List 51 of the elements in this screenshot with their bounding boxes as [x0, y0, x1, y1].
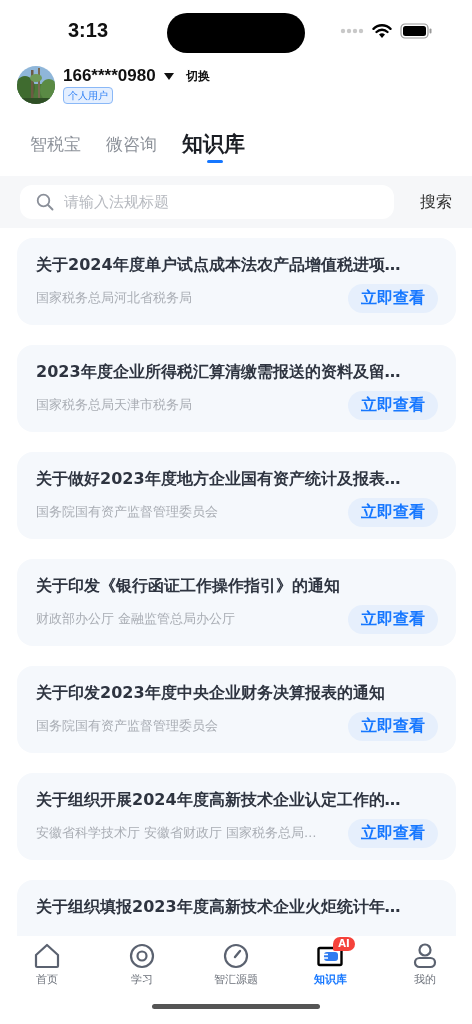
- gauge-icon: [222, 943, 249, 969]
- article-card[interactable]: 关于做好2023年度地方企业国有资产统计及报表… 国务院国有资产监督管理委员会 立即查看: [17, 452, 456, 539]
- view-button[interactable]: 立即查看: [348, 284, 438, 313]
- article-title: 关于组织填报2023年度高新技术企业火炬统计年…: [36, 896, 402, 918]
- view-button[interactable]: 立即查看: [348, 819, 438, 848]
- nav-item[interactable]: AI 知识库: [290, 936, 371, 987]
- wifi-icon: [372, 23, 392, 39]
- article-source: 国务院国有资产监督管理委员会: [36, 504, 218, 521]
- article-card[interactable]: 关于2024年度单户试点成本法农产品增值税进项… 国家税务总局河北省税务局 立即查看: [17, 238, 456, 325]
- article-card[interactable]: 2023年度企业所得税汇算清缴需报送的资料及留… 国家税务总局天津市税务局 立即查看: [17, 345, 456, 432]
- tab-indicator: [207, 160, 223, 163]
- article-card[interactable]: 关于印发《银行函证工作操作指引》的通知 财政部办公厅 金融监管总局办公厅 立即查看: [17, 559, 456, 646]
- nav-item[interactable]: 智汇源题: [195, 936, 276, 987]
- nav-item[interactable]: 学习: [101, 936, 182, 987]
- article-card[interactable]: 关于组织开展2024年度高新技术企业认定工作的… 安徽省科学技术厅 安徽省财政厅 国家税务总局… 立即查看: [17, 773, 456, 860]
- view-button[interactable]: 立即查看: [348, 605, 438, 634]
- switch-link[interactable]: 切换: [185, 67, 210, 85]
- article-title: 关于印发《银行函证工作操作指引》的通知: [36, 575, 341, 597]
- article-title: 关于做好2023年度地方企业国有资产统计及报表…: [36, 468, 402, 490]
- signal-icon: [340, 28, 364, 34]
- user-icon: [412, 943, 437, 969]
- ai-badge: AI: [333, 937, 355, 951]
- battery-icon: [400, 23, 432, 39]
- article-card[interactable]: 关于组织填报2023年度高新技术企业火炬统计年…: [17, 880, 456, 936]
- target-icon: [128, 943, 155, 969]
- account-phone: 166****0980: [63, 66, 156, 86]
- view-button[interactable]: 立即查看: [348, 712, 438, 741]
- user-type-tag: 个人用户: [63, 87, 113, 104]
- article-title: 2023年度企业所得税汇算清缴需报送的资料及留…: [36, 361, 402, 383]
- nav-item[interactable]: 首页: [7, 936, 88, 987]
- article-source: 财政部办公厅 金融监管总局办公厅: [36, 611, 235, 628]
- nav-item[interactable]: 我的: [384, 936, 465, 987]
- search-icon: [36, 193, 54, 211]
- article-source: 国家税务总局天津市税务局: [36, 397, 192, 414]
- article-title: 关于2024年度单户试点成本法农产品增值税进项…: [36, 254, 402, 276]
- tab[interactable]: 知识库: [182, 130, 248, 158]
- article-title: 关于组织开展2024年度高新技术企业认定工作的…: [36, 789, 402, 811]
- article-source: 国务院国有资产监督管理委员会: [36, 718, 218, 735]
- view-button[interactable]: 立即查看: [348, 391, 438, 420]
- home-icon: [34, 943, 61, 969]
- status-time: 3:13: [68, 18, 109, 42]
- caret-icon[interactable]: [163, 72, 174, 80]
- view-button[interactable]: 立即查看: [348, 498, 438, 527]
- tab[interactable]: 微咨询: [106, 130, 158, 158]
- article-title: 关于印发2023年度中央企业财务决算报表的通知: [36, 682, 386, 704]
- article-source: 国家税务总局河北省税务局: [36, 290, 192, 307]
- search-button[interactable]: 搜索: [420, 191, 452, 213]
- search-field[interactable]: 请输入法规标题: [20, 185, 394, 219]
- tab[interactable]: 智税宝: [30, 130, 82, 158]
- article-source: 安徽省科学技术厅 安徽省财政厅 国家税务总局…: [36, 825, 317, 842]
- article-card[interactable]: 关于印发2023年度中央企业财务决算报表的通知 国务院国有资产监督管理委员会 立即查看: [17, 666, 456, 753]
